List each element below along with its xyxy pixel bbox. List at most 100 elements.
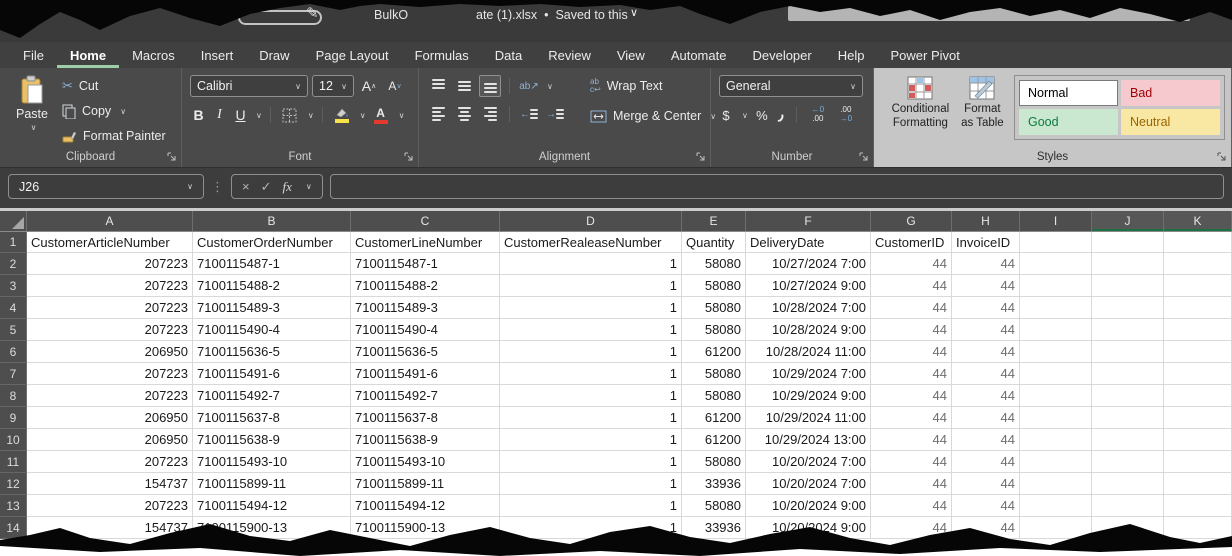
cell-H13[interactable]: 44 — [952, 495, 1020, 517]
font-size-select[interactable]: 12 ∨ — [312, 75, 354, 97]
cell-D14[interactable]: 1 — [500, 517, 682, 539]
cell-B4[interactable]: 7100115489-3 — [193, 297, 351, 319]
fx-chevron-icon[interactable]: ∨ — [306, 182, 312, 191]
column-header-D[interactable]: D — [500, 211, 682, 231]
cell-E11[interactable]: 58080 — [682, 451, 746, 473]
cell-A14[interactable]: 154737 — [27, 517, 193, 539]
cell-F9[interactable]: 10/29/2024 11:00 — [746, 407, 871, 429]
cell-B5[interactable]: 7100115490-4 — [193, 319, 351, 341]
cell-K2[interactable] — [1164, 253, 1232, 275]
cell-A5[interactable]: 207223 — [27, 319, 193, 341]
cell-F1[interactable]: DeliveryDate — [746, 232, 871, 253]
underline-chevron-icon[interactable]: ∨ — [256, 111, 262, 120]
tab-file[interactable]: File — [10, 42, 57, 68]
enter-icon[interactable]: ✓ — [261, 179, 272, 195]
cell-J12[interactable] — [1092, 473, 1164, 495]
increase-font-button[interactable]: A∧ — [358, 75, 380, 97]
cell-B8[interactable]: 7100115492-7 — [193, 385, 351, 407]
row-header-13[interactable]: 13 — [0, 495, 27, 517]
cell-K10[interactable] — [1164, 429, 1232, 451]
cell-D6[interactable]: 1 — [500, 341, 682, 363]
cell-K8[interactable] — [1164, 385, 1232, 407]
cell-E1[interactable]: Quantity — [682, 232, 746, 253]
cell-J10[interactable] — [1092, 429, 1164, 451]
cell-C13[interactable]: 7100115494-12 — [351, 495, 500, 517]
decrease-decimal-button[interactable]: .00 →0 — [835, 104, 857, 126]
cell-A7[interactable]: 207223 — [27, 363, 193, 385]
tab-insert[interactable]: Insert — [188, 42, 247, 68]
cell-G5[interactable]: 44 — [871, 319, 952, 341]
tab-review[interactable]: Review — [535, 42, 604, 68]
cell-A3[interactable]: 207223 — [27, 275, 193, 297]
cell-J11[interactable] — [1092, 451, 1164, 473]
formula-input[interactable] — [330, 174, 1224, 199]
font-color-chevron-icon[interactable]: ∨ — [399, 111, 405, 120]
cell-I2[interactable] — [1020, 253, 1092, 275]
cell-I11[interactable] — [1020, 451, 1092, 473]
cell-C6[interactable]: 7100115636-5 — [351, 341, 500, 363]
cell-A9[interactable]: 206950 — [27, 407, 193, 429]
cell-F10[interactable]: 10/29/2024 13:00 — [746, 429, 871, 451]
cell-G10[interactable]: 44 — [871, 429, 952, 451]
cell-D9[interactable]: 1 — [500, 407, 682, 429]
column-header-H[interactable]: H — [952, 211, 1020, 231]
cell-B10[interactable]: 7100115638-9 — [193, 429, 351, 451]
cell-I12[interactable] — [1020, 473, 1092, 495]
orientation-button[interactable]: ab↗ — [518, 75, 540, 97]
cell-C3[interactable]: 7100115488-2 — [351, 275, 500, 297]
cell-A6[interactable]: 206950 — [27, 341, 193, 363]
style-good[interactable]: Good — [1019, 109, 1118, 135]
cell-G9[interactable]: 44 — [871, 407, 952, 429]
format-painter-button[interactable]: Format Painter — [62, 125, 166, 147]
cell-K1[interactable] — [1164, 232, 1232, 253]
align-top-button[interactable] — [427, 75, 449, 97]
number-format-select[interactable]: General ∨ — [719, 75, 863, 97]
cell-H12[interactable]: 44 — [952, 473, 1020, 495]
percent-button[interactable]: % — [754, 104, 770, 126]
fill-color-chevron-icon[interactable]: ∨ — [360, 111, 366, 120]
cell-K11[interactable] — [1164, 451, 1232, 473]
cell-A4[interactable]: 207223 — [27, 297, 193, 319]
cell-A2[interactable]: 207223 — [27, 253, 193, 275]
cell-E13[interactable]: 58080 — [682, 495, 746, 517]
cell-E5[interactable]: 58080 — [682, 319, 746, 341]
align-right-button[interactable] — [479, 103, 501, 125]
font-dialog-launcher[interactable] — [404, 152, 414, 162]
borders-chevron-icon[interactable]: ∨ — [308, 111, 314, 120]
orientation-chevron-icon[interactable]: ∨ — [547, 82, 553, 91]
cell-E14[interactable]: 33936 — [682, 517, 746, 539]
cell-C7[interactable]: 7100115491-6 — [351, 363, 500, 385]
cell-D13[interactable]: 1 — [500, 495, 682, 517]
cell-E10[interactable]: 61200 — [682, 429, 746, 451]
comma-button[interactable]: ٫ — [776, 104, 786, 126]
row-header-1[interactable]: 1 — [0, 232, 27, 253]
clipboard-dialog-launcher[interactable] — [167, 152, 177, 162]
cell-J1[interactable] — [1092, 232, 1164, 253]
cell-D3[interactable]: 1 — [500, 275, 682, 297]
cell-K5[interactable] — [1164, 319, 1232, 341]
cell-E7[interactable]: 58080 — [682, 363, 746, 385]
cell-I7[interactable] — [1020, 363, 1092, 385]
column-header-A[interactable]: A — [27, 211, 193, 231]
cell-H7[interactable]: 44 — [952, 363, 1020, 385]
cell-G7[interactable]: 44 — [871, 363, 952, 385]
align-left-button[interactable] — [427, 103, 449, 125]
italic-button[interactable]: I — [211, 107, 228, 123]
row-header-8[interactable]: 8 — [0, 385, 27, 407]
decrease-font-button[interactable]: A∨ — [384, 75, 406, 97]
cell-I5[interactable] — [1020, 319, 1092, 341]
align-middle-button[interactable] — [453, 75, 475, 97]
cell-D10[interactable]: 1 — [500, 429, 682, 451]
cell-D12[interactable]: 1 — [500, 473, 682, 495]
cell-D8[interactable]: 1 — [500, 385, 682, 407]
cell-F2[interactable]: 10/27/2024 7:00 — [746, 253, 871, 275]
cell-A1[interactable]: CustomerArticleNumber — [27, 232, 193, 253]
cell-K12[interactable] — [1164, 473, 1232, 495]
formula-bar-options-icon[interactable]: ⋮ — [211, 179, 224, 195]
cell-E12[interactable]: 33936 — [682, 473, 746, 495]
cell-G14[interactable]: 44 — [871, 517, 952, 539]
cell-C10[interactable]: 7100115638-9 — [351, 429, 500, 451]
column-header-I[interactable]: I — [1020, 211, 1092, 231]
tab-data[interactable]: Data — [482, 42, 535, 68]
cell-I13[interactable] — [1020, 495, 1092, 517]
